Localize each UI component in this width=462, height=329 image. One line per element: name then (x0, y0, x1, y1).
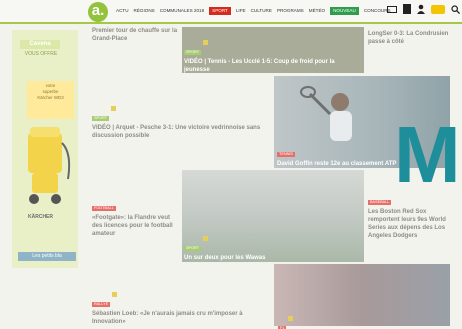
user-icon[interactable] (417, 4, 425, 14)
article-title[interactable]: VIDÉO | Tennis - Les Ucclé 1-5: Coup de … (184, 58, 360, 74)
article-title[interactable]: «Footgate»: la Flandre veut des licences… (92, 214, 178, 238)
category-badge: SPORT (184, 50, 202, 55)
premium-badge (203, 40, 209, 45)
ad-product-brand: KÄRCHER (28, 214, 53, 220)
nav-item-regions[interactable]: RÉGIONS (134, 7, 155, 15)
article-card[interactable]: SPORT Un sur deux pour les Wawas (184, 236, 354, 262)
nav-item-communales[interactable]: COMMUNALES 2018 (160, 7, 204, 15)
category-badge: TENNIS (277, 152, 295, 157)
search-icon[interactable] (451, 4, 460, 14)
article-card[interactable]: Premier tour de chauffe sur la Grand-Pla… (92, 27, 182, 43)
article-card[interactable]: F1 (278, 316, 318, 329)
vacuum-cleaner-image (28, 127, 71, 204)
article-title[interactable]: Sébastien Loeb: «Je n'aurais jamais cru … (92, 310, 268, 326)
premium-badge (203, 236, 209, 241)
nav-item-life[interactable]: LIFE (236, 7, 246, 15)
nav-item-meteo[interactable]: MÉTÉO (309, 7, 325, 15)
brand-letter-overlay: M (394, 110, 461, 199)
article-card[interactable]: SPORT VIDÉO | Arquet - Pesche 3-1: Une v… (92, 106, 270, 140)
category-badge: RALLYE (92, 302, 111, 307)
category-badge: BASEBALL (368, 200, 392, 205)
nav-divider (0, 22, 462, 24)
article-title[interactable]: Un sur deux pour les Wawas (184, 254, 354, 262)
ad-cta-button[interactable]: Les petits bla (18, 252, 76, 261)
nav-item-sport[interactable]: SPORT (209, 7, 231, 15)
article-card[interactable]: FOOTBALL «Footgate»: la Flandre veut des… (92, 196, 178, 238)
site-logo[interactable]: a. (88, 2, 108, 22)
page: a. ACTU RÉGIONS COMMUNALES 2018 SPORT LI… (0, 0, 462, 329)
article-card[interactable]: RALLYE Sébastien Loeb: «Je n'aurais jama… (92, 292, 268, 326)
category-badge: SPORT (92, 116, 110, 121)
article-title[interactable]: LongSer 0-3: La Condrusien passe à côté (368, 30, 452, 46)
nav-item-culture[interactable]: CULTURE (251, 7, 272, 15)
nav-item-programs[interactable]: PROGRAMS (277, 7, 304, 15)
premium-badge (288, 316, 294, 321)
category-badge: FOOTBALL (92, 206, 116, 211)
nav-item-actu[interactable]: ACTU (116, 7, 129, 15)
premium-badge (112, 292, 118, 297)
nav-item-nouveau[interactable]: NOUVEAU (330, 7, 359, 15)
top-navigation: a. ACTU RÉGIONS COMMUNALES 2018 SPORT LI… (0, 0, 462, 24)
article-card[interactable]: LongSer 0-3: La Condrusien passe à côté (368, 30, 452, 46)
mail-icon[interactable] (387, 5, 397, 13)
header-icons (387, 4, 460, 14)
article-card[interactable]: BASEBALL Les Boston Red Sox remportent l… (368, 190, 454, 240)
article-card[interactable]: TENNIS David Goffin reste 12e au classem… (277, 142, 397, 168)
car-icon[interactable] (431, 4, 445, 14)
article-title[interactable]: Les Boston Red Sox remportent leurs 9es … (368, 208, 454, 240)
ad-brand-sub: VOUS OFFRE (24, 51, 58, 57)
newspaper-icon[interactable] (403, 4, 411, 14)
ad-sticky-note: votre superbe Kärcher WD3 (27, 81, 74, 119)
article-title[interactable]: Premier tour de chauffe sur la Grand-Pla… (92, 27, 182, 43)
main-nav: ACTU RÉGIONS COMMUNALES 2018 SPORT LIFE … (116, 7, 391, 15)
ad-brand-tag: Cavena (20, 40, 60, 49)
article-title[interactable]: VIDÉO | Arquet - Pesche 3-1: Une victoir… (92, 124, 270, 140)
article-title[interactable]: David Goffin reste 12e au classement ATP (277, 160, 397, 168)
article-card[interactable]: SPORT VIDÉO | Tennis - Les Ucclé 1-5: Co… (184, 40, 360, 74)
category-badge: SPORT (184, 246, 202, 251)
premium-badge (111, 106, 117, 111)
